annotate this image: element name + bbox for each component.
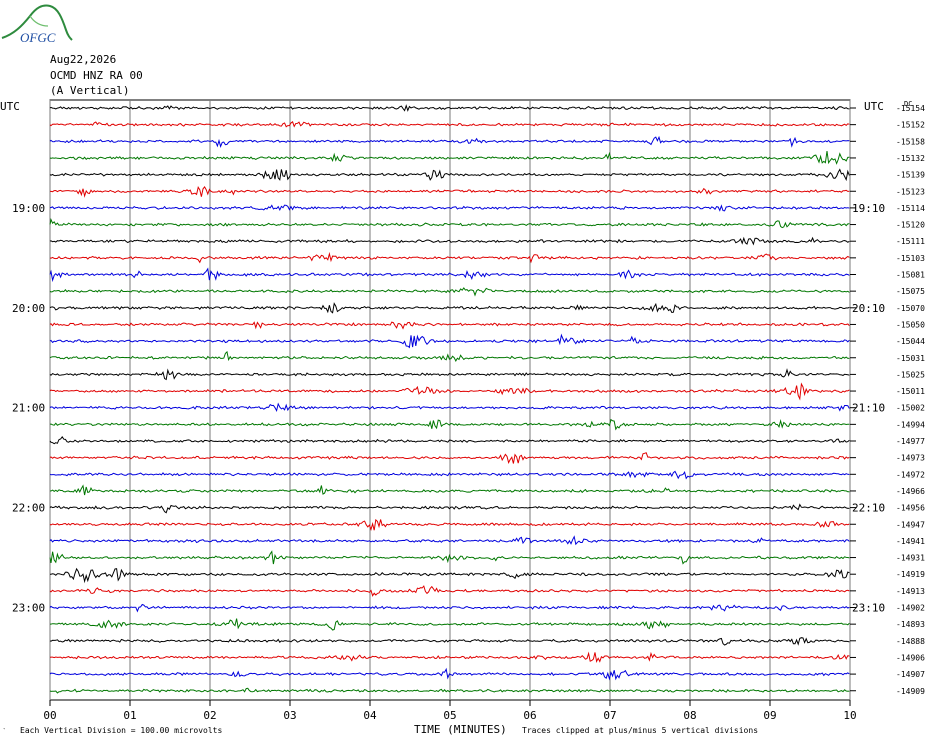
right-time-label: 20:10: [852, 302, 885, 315]
dc-offset-label: -14966: [896, 487, 925, 496]
dc-offset-label: -14947: [896, 520, 925, 529]
x-tick-label: 06: [523, 709, 536, 722]
left-time-label: 21:00: [12, 402, 45, 415]
dc-offset-label: -14907: [896, 670, 925, 679]
x-tick-label: 05: [443, 709, 456, 722]
dc-offset-label: -15031: [896, 354, 925, 363]
dc-offset-label: -15158: [896, 137, 925, 146]
dc-offset-label: -15123: [896, 187, 925, 196]
left-axis-title: UTC: [0, 100, 20, 113]
dc-offset-label: -15070: [896, 304, 925, 313]
dc-offset-label: -14972: [896, 470, 925, 479]
left-time-label: 22:00: [12, 502, 45, 515]
dc-offset-label: -15152: [896, 121, 925, 130]
dc-offset-label: -15044: [896, 337, 925, 346]
left-time-label: 19:00: [12, 202, 45, 215]
right-time-label: 22:10: [852, 502, 885, 515]
dc-offset-label: -14919: [896, 570, 925, 579]
dc-offset-label: -15011: [896, 387, 925, 396]
dc-offset-label: -15050: [896, 320, 925, 329]
footer-division-note: Each Vertical Division = 100.00 microvol…: [20, 726, 222, 735]
dc-offset-label: -15120: [896, 221, 925, 230]
dc-offset-label: -14941: [896, 537, 925, 546]
dc-offset-label: -15025: [896, 370, 925, 379]
dc-offset-label: -14931: [896, 554, 925, 563]
dc-offset-label: -15075: [896, 287, 925, 296]
right-time-label: 23:10: [852, 602, 885, 615]
dc-offset-label: -15103: [896, 254, 925, 263]
dc-offset-label: -15081: [896, 271, 925, 280]
dc-offset-label: -15111: [896, 237, 925, 246]
x-tick-label: 01: [123, 709, 136, 722]
dc-offset-label: -15114: [896, 204, 925, 213]
right-axis-title: UTC: [864, 100, 884, 113]
x-axis-title: TIME (MINUTES): [414, 723, 507, 736]
footer-glyph: ‵: [2, 727, 6, 735]
dc-offset-label: -14956: [896, 504, 925, 513]
dc-offset-label: -14902: [896, 604, 925, 613]
dc-offset-label: -14893: [896, 620, 925, 629]
dc-offset-label: -14977: [896, 437, 925, 446]
x-tick-label: 08: [683, 709, 696, 722]
dc-offset-label: -14888: [896, 637, 925, 646]
dc-offset-label: -14994: [896, 420, 925, 429]
dc-offset-label: -15002: [896, 404, 925, 413]
x-tick-label: 02: [203, 709, 216, 722]
dc-unit-label: DC: [904, 100, 912, 108]
x-tick-label: 03: [283, 709, 296, 722]
dc-offset-label: -14909: [896, 687, 925, 696]
right-time-label: 19:10: [852, 202, 885, 215]
helicorder-plot: 00 01 02 03 04 05 06 07 08 09 10-15154-15152-15158…: [0, 99, 925, 736]
left-time-label: 23:00: [12, 602, 45, 615]
dc-offset-label: -14913: [896, 587, 925, 596]
dc-offset-label: -14906: [896, 653, 925, 662]
x-tick-label: 10: [843, 709, 856, 722]
dc-offset-label: -15132: [896, 154, 925, 163]
x-tick-label: 09: [763, 709, 776, 722]
x-tick-label: 04: [363, 709, 377, 722]
left-time-label: 20:00: [12, 302, 45, 315]
x-tick-label: 07: [603, 709, 616, 722]
dc-offset-label: -14973: [896, 454, 925, 463]
footer-clip-note: Traces clipped at plus/minus 5 vertical …: [522, 726, 758, 735]
dc-offset-label: -15139: [896, 171, 925, 180]
x-tick-label: 00: [43, 709, 56, 722]
right-time-label: 21:10: [852, 402, 885, 415]
